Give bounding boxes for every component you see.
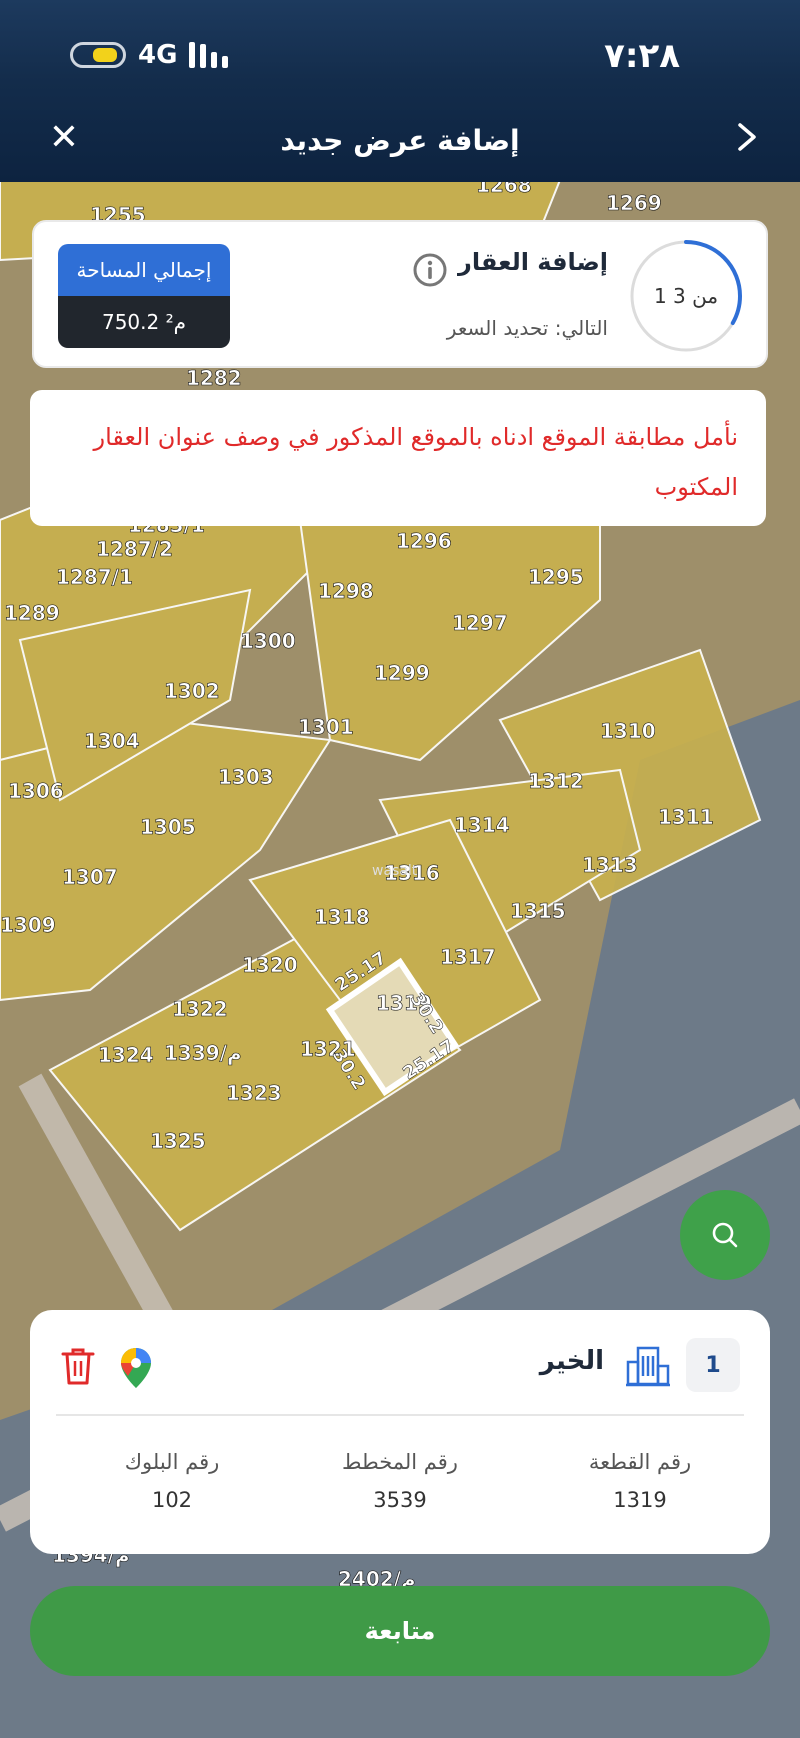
district-name: الخير — [539, 1346, 604, 1376]
parcel-label: 1289 — [4, 601, 60, 625]
battery-icon — [70, 42, 126, 68]
map-search-button[interactable] — [680, 1190, 770, 1280]
next-step-label: التالي: تحديد السعر — [446, 316, 608, 340]
parcel-label: 1313 — [582, 853, 638, 877]
parcel-label: 1302 — [164, 679, 220, 703]
parcel-label: 1309 — [0, 913, 56, 937]
parcel-label: 1317 — [440, 945, 496, 969]
parcel-label: 1299 — [374, 661, 430, 685]
parcel-label: 1296 — [396, 529, 452, 553]
building-icon — [626, 1346, 670, 1387]
search-icon — [712, 1222, 738, 1248]
location-notice: نأمل مطابقة الموقع ادناه بالموقع المذكور… — [30, 390, 766, 526]
map-watermark: wasalt — [372, 863, 418, 879]
parcel-label: 1320 — [242, 953, 298, 977]
parcel-label: 1339/م — [164, 1041, 242, 1065]
parcel-label: 1315 — [510, 899, 566, 923]
status-indicators: 4G — [70, 40, 229, 70]
field-value: 3539 — [373, 1488, 427, 1512]
parcel-label: 1324 — [98, 1043, 154, 1067]
step-count: 1 من 3 — [653, 284, 719, 308]
step-title: إضافة العقار — [458, 248, 608, 276]
parcel-label: 1307 — [62, 865, 118, 889]
parcel-label: 1300 — [240, 629, 296, 653]
parcel-label: 1322 — [172, 997, 228, 1021]
info-icon[interactable] — [412, 252, 448, 288]
parcel-label: 1306 — [8, 779, 64, 803]
card-divider — [56, 1414, 744, 1416]
page-title: إضافة عرض جديد — [280, 124, 520, 157]
block-number-field: رقم البلوك 102 — [72, 1450, 272, 1512]
parcel-label: 1325 — [150, 1129, 206, 1153]
google-maps-pin-icon[interactable] — [118, 1346, 154, 1390]
field-label: رقم البلوك — [124, 1450, 220, 1474]
continue-button[interactable]: متابعة — [30, 1586, 770, 1676]
parcel-label: 1287/1 — [56, 565, 133, 589]
network-type: 4G — [138, 40, 178, 70]
field-label: رقم المخطط — [342, 1450, 458, 1474]
parcel-label: 1314 — [454, 813, 510, 837]
parcel-label: 1269 — [606, 191, 662, 215]
notice-text: نأمل مطابقة الموقع ادناه بالموقع المذكور… — [93, 423, 738, 501]
parcel-label: 1282 — [186, 366, 242, 390]
plan-number-field: رقم المخطط 3539 — [300, 1450, 500, 1512]
app-header: 4G ٧:٢٨ ✕ إضافة عرض جديد — [0, 0, 800, 182]
parcel-label: 1297 — [452, 611, 508, 635]
parcel-label: 1301 — [298, 715, 354, 739]
parcel-label: 1310 — [600, 719, 656, 743]
parcel-label: 1305 — [140, 815, 196, 839]
area-value: 750.2 م² — [58, 296, 230, 348]
parcel-label: 1311 — [658, 805, 714, 829]
status-time: ٧:٢٨ — [604, 36, 680, 76]
step-card: إجمالي المساحة 750.2 م² 1 من 3 إضافة الع… — [32, 220, 768, 368]
field-label: رقم القطعة — [588, 1450, 692, 1474]
parcel-label: 1268 — [476, 180, 532, 197]
field-value: 102 — [151, 1488, 193, 1512]
property-number-badge: 1 — [686, 1338, 740, 1392]
parcel-label: 1287/2 — [96, 537, 173, 561]
trash-icon[interactable] — [60, 1346, 96, 1386]
parcel-label: 1295 — [528, 565, 584, 589]
property-card: 1 الخير رقم القطعة 1319 رقم المخطط 3539 … — [30, 1310, 770, 1554]
field-value: 1319 — [613, 1488, 667, 1512]
parcel-label: 1312 — [528, 769, 584, 793]
parcel-label: 1303 — [218, 765, 274, 789]
plot-number-field: رقم القطعة 1319 — [540, 1450, 740, 1512]
area-label: إجمالي المساحة — [58, 244, 230, 296]
parcel-label: 1318 — [314, 905, 370, 929]
parcel-label: 1298 — [318, 579, 374, 603]
chevron-right-icon[interactable] — [732, 122, 762, 152]
signal-icon — [189, 42, 229, 68]
parcel-label: 1304 — [84, 729, 140, 753]
parcel-label: 1323 — [226, 1081, 282, 1105]
total-area-box: إجمالي المساحة 750.2 م² — [58, 244, 230, 348]
